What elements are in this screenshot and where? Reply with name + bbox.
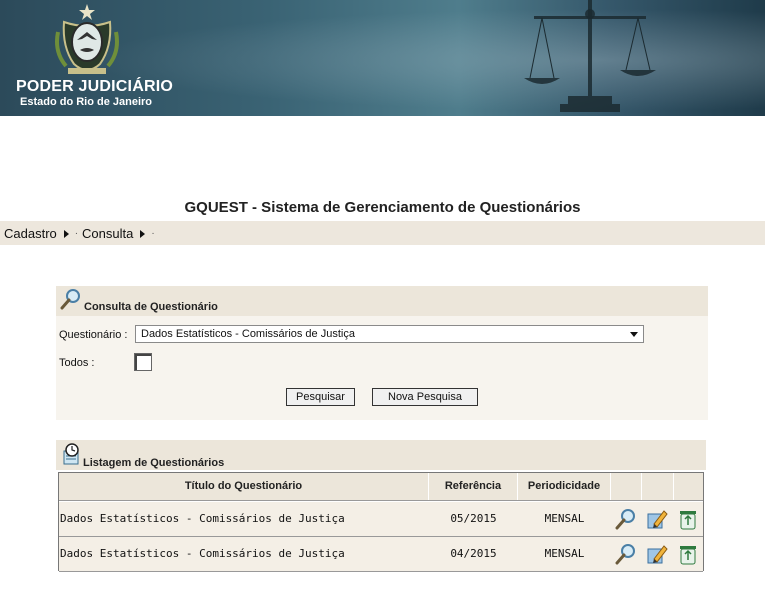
todos-label: Todos : — [59, 357, 95, 369]
view-icon[interactable] — [615, 508, 637, 530]
column-header-view — [611, 473, 642, 500]
dropdown-caret-icon — [630, 332, 638, 337]
questionario-selected-value: Dados Estatísticos - Comissários de Just… — [141, 328, 355, 340]
questionnaire-table: Título do Questionário Referência Period… — [58, 472, 704, 572]
court-subtitle: Estado do Rio de Janeiro — [20, 96, 153, 108]
column-header-delete — [674, 473, 703, 500]
questionario-select[interactable]: Dados Estatísticos - Comissários de Just… — [135, 325, 644, 343]
row-titulo: Dados Estatísticos - Comissários de Just… — [60, 512, 345, 525]
submenu-arrow-icon — [63, 229, 69, 238]
new-search-button[interactable]: Nova Pesquisa — [372, 388, 478, 406]
row-periodicidade: MENSAL — [544, 547, 585, 560]
menu-item-label: Consulta — [82, 226, 134, 241]
search-panel: Consulta de Questionário Questionário : … — [56, 286, 708, 420]
column-header-edit — [642, 473, 674, 500]
row-referencia: 05/2015 — [450, 512, 497, 525]
column-header-periodicidade: Periodicidade — [518, 473, 611, 500]
list-panel-header: Listagem de Questionários — [56, 440, 706, 470]
clock-document-icon — [63, 443, 79, 465]
table-header-row: Título do Questionário Referência Period… — [59, 473, 703, 501]
column-header-referencia: Referência — [429, 473, 518, 500]
submenu-arrow-icon — [140, 229, 146, 238]
todos-checkbox[interactable] — [134, 353, 152, 371]
menu-item-cadastro[interactable]: Cadastro · — [4, 226, 78, 241]
delete-icon[interactable] — [677, 543, 699, 565]
list-panel-title: Listagem de Questionários — [83, 457, 225, 469]
row-periodicidade: MENSAL — [544, 512, 585, 525]
state-crest-icon — [55, 4, 119, 74]
separator-dot-icon: · — [151, 228, 155, 239]
column-header-titulo: Título do Questionário — [59, 473, 429, 500]
view-icon[interactable] — [615, 543, 637, 565]
edit-icon[interactable] — [646, 508, 668, 530]
table-row: Dados Estatísticos - Comissários de Just… — [59, 502, 703, 537]
questionario-label: Questionário : — [59, 329, 128, 341]
menu-item-consulta[interactable]: Consulta · — [82, 226, 155, 241]
row-referencia: 04/2015 — [450, 547, 497, 560]
search-panel-title: Consulta de Questionário — [84, 301, 218, 313]
search-panel-header: Consulta de Questionário — [56, 286, 708, 316]
magnifier-icon — [60, 289, 80, 310]
menu-item-label: Cadastro — [4, 226, 57, 241]
menu-bar: Cadastro · Consulta · — [0, 221, 765, 245]
edit-icon[interactable] — [646, 543, 668, 565]
header-banner: PODER JUDICIÁRIO Estado do Rio de Janeir… — [0, 0, 765, 116]
table-row: Dados Estatísticos - Comissários de Just… — [59, 537, 703, 572]
row-titulo: Dados Estatísticos - Comissários de Just… — [60, 547, 345, 560]
list-panel: Listagem de Questionários Título do Ques… — [56, 440, 706, 572]
court-title: PODER JUDICIÁRIO — [16, 78, 173, 95]
justice-scales-icon — [524, 0, 656, 112]
search-button[interactable]: Pesquisar — [286, 388, 355, 406]
separator-dot-icon: · — [74, 228, 79, 239]
system-title: GQUEST - Sistema de Gerenciamento de Que… — [184, 199, 581, 216]
delete-icon[interactable] — [677, 508, 699, 530]
